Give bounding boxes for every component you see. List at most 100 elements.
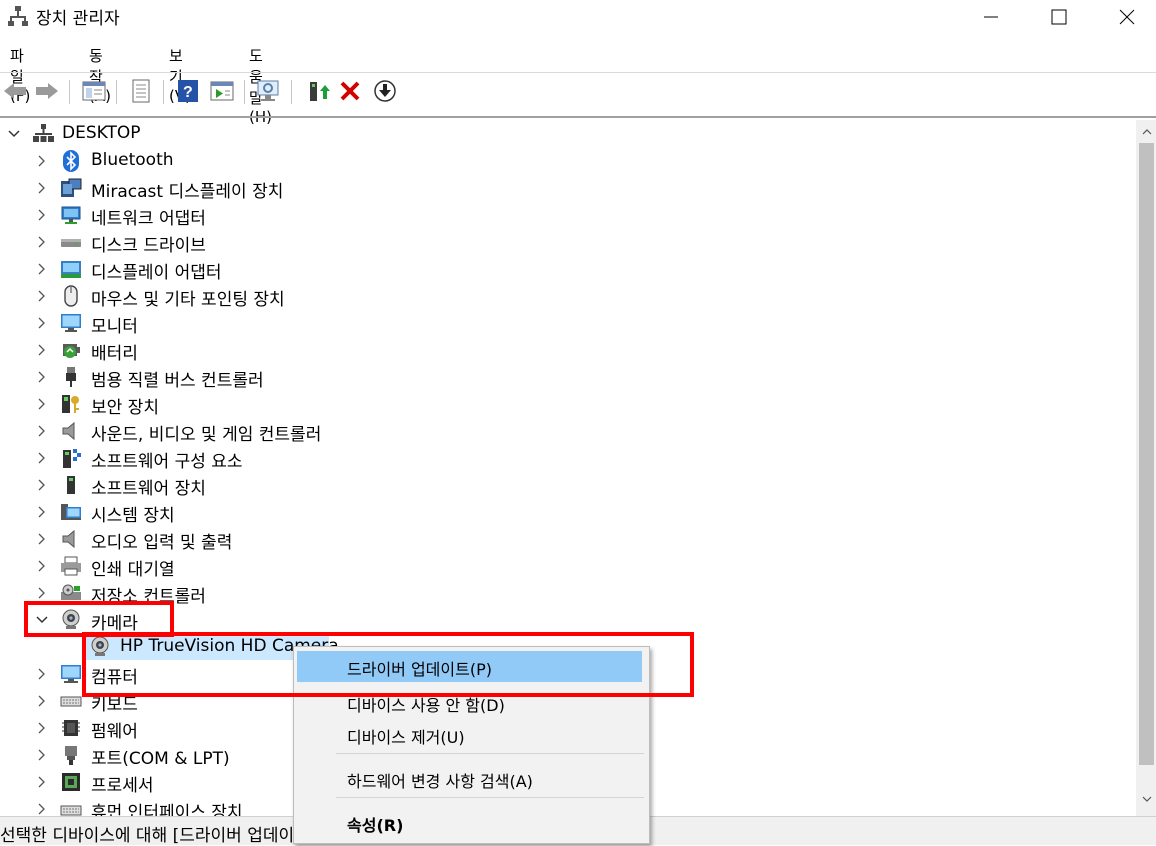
expand-chevron-icon[interactable] [35, 531, 49, 547]
tree-item-label: 네트워크 어댑터 [91, 209, 206, 229]
tree-item-label: 인쇄 대기열 [91, 560, 175, 580]
expand-chevron-icon[interactable] [35, 342, 49, 358]
expand-chevron-icon[interactable] [35, 558, 49, 574]
storage-controller-icon [60, 582, 82, 604]
window-title: 장치 관리자 [36, 9, 120, 29]
expand-chevron-icon[interactable] [35, 369, 49, 385]
scroll-up-icon[interactable] [1139, 125, 1154, 139]
computer-icon [60, 663, 82, 685]
close-button[interactable] [1098, 0, 1156, 34]
properties-icon[interactable] [127, 77, 155, 105]
tree-item[interactable]: 시스템 장치 [0, 499, 1136, 526]
ctx-scan-hardware-label: 하드웨어 변경 사항 검색(A) [347, 772, 533, 791]
expand-chevron-icon[interactable] [35, 288, 49, 304]
help-icon[interactable]: ? [174, 77, 202, 105]
ctx-uninstall-device[interactable]: 디바이스 제거(U) [294, 718, 649, 750]
tree-root-desktop[interactable]: DESKTOP [0, 121, 1136, 148]
expand-chevron-icon[interactable] [35, 207, 49, 223]
ctx-disable-device[interactable]: 디바이스 사용 안 함(D) [294, 686, 649, 718]
expand-chevron-icon[interactable] [35, 693, 49, 709]
back-arrow-icon[interactable] [1, 77, 29, 105]
tree-item-label: 프로세서 [91, 776, 154, 796]
firmware-icon [60, 717, 82, 739]
system-device-icon [60, 501, 82, 523]
expand-chevron-icon[interactable] [35, 504, 49, 520]
ctx-properties[interactable]: 속성(R) [294, 806, 649, 838]
tree-item-label: 범용 직렬 버스 컨트롤러 [91, 371, 264, 391]
tree-item-label: 사운드, 비디오 및 게임 컨트롤러 [91, 425, 322, 445]
tree-item[interactable]: 사운드, 비디오 및 게임 컨트롤러 [0, 418, 1136, 445]
expand-chevron-icon[interactable] [35, 180, 49, 196]
tree-item[interactable]: 카메라 [0, 607, 1136, 634]
port-icon [60, 744, 82, 766]
tree-item[interactable]: 소프트웨어 장치 [0, 472, 1136, 499]
tree-item-label: DESKTOP [62, 123, 141, 143]
expand-chevron-icon[interactable] [35, 261, 49, 277]
expand-chevron-icon[interactable] [35, 747, 49, 763]
toolbar-separator [291, 80, 292, 104]
run-icon[interactable] [208, 77, 236, 105]
tree-item[interactable]: Bluetooth [0, 148, 1136, 175]
expand-chevron-icon[interactable] [35, 153, 49, 169]
expand-chevron-icon[interactable] [35, 423, 49, 439]
expand-chevron-icon[interactable] [35, 396, 49, 412]
tree-item[interactable]: 오디오 입력 및 출력 [0, 526, 1136, 553]
expand-chevron-icon[interactable] [35, 477, 49, 493]
tree-item-label: 카메라 [91, 614, 138, 634]
ctx-uninstall-device-label: 디바이스 제거(U) [347, 728, 465, 747]
expand-chevron-icon[interactable] [35, 720, 49, 736]
toolbar-separator [116, 80, 117, 104]
camera-icon [89, 636, 111, 658]
bluetooth-icon [60, 150, 82, 172]
tree-item-label: 펌웨어 [91, 722, 138, 742]
tree-item-label: 보안 장치 [91, 398, 159, 418]
title-bar: 장치 관리자 [0, 0, 1156, 34]
tree-item[interactable]: Miracast 디스플레이 장치 [0, 175, 1136, 202]
ctx-scan-hardware[interactable]: 하드웨어 변경 사항 검색(A) [294, 762, 649, 794]
toolbar-divider [0, 72, 1156, 73]
tree-item[interactable]: 배터리 [0, 337, 1136, 364]
tree-item[interactable]: 저장소 컨트롤러 [0, 580, 1136, 607]
maximize-button[interactable] [1030, 0, 1088, 34]
scan-monitor-icon[interactable] [255, 77, 283, 105]
tree-item-label: 저장소 컨트롤러 [91, 587, 206, 607]
update-driver-icon[interactable] [304, 77, 332, 105]
show-hide-tree-icon[interactable] [80, 77, 108, 105]
expand-chevron-icon[interactable] [35, 666, 49, 682]
uninstall-x-icon[interactable] [336, 77, 364, 105]
expand-chevron-icon[interactable] [35, 801, 49, 816]
toolbar-separator [244, 80, 245, 104]
collapse-chevron-icon[interactable] [7, 126, 21, 142]
scrollbar-thumb[interactable] [1139, 143, 1154, 765]
disable-down-icon[interactable] [371, 77, 399, 105]
expand-chevron-icon[interactable] [35, 234, 49, 250]
printer-icon [60, 555, 82, 577]
tree-item[interactable]: 범용 직렬 버스 컨트롤러 [0, 364, 1136, 391]
tree-item[interactable]: 소프트웨어 구성 요소 [0, 445, 1136, 472]
tree-item[interactable]: 마우스 및 기타 포인팅 장치 [0, 283, 1136, 310]
ctx-update-driver[interactable]: 드라이버 업데이트(P) [294, 650, 649, 682]
speaker-icon [60, 420, 82, 442]
minimize-button[interactable] [962, 0, 1020, 34]
tree-item-label: 소프트웨어 장치 [91, 479, 206, 499]
camera-icon [60, 609, 82, 631]
expand-chevron-icon[interactable] [35, 774, 49, 790]
scroll-down-icon[interactable] [1139, 792, 1154, 806]
tree-item[interactable]: 디스크 드라이브 [0, 229, 1136, 256]
tree-item[interactable]: 인쇄 대기열 [0, 553, 1136, 580]
forward-arrow-icon[interactable] [33, 77, 61, 105]
tree-item[interactable]: 모니터 [0, 310, 1136, 337]
tree-item[interactable]: 디스플레이 어댑터 [0, 256, 1136, 283]
expand-chevron-icon[interactable] [35, 585, 49, 601]
usb-icon [60, 366, 82, 388]
ctx-properties-label: 속성(R) [347, 816, 404, 835]
desktop-icon [32, 123, 54, 145]
context-menu: 드라이버 업데이트(P) 디바이스 사용 안 함(D) 디바이스 제거(U) 하… [293, 646, 650, 844]
tree-item[interactable]: 보안 장치 [0, 391, 1136, 418]
expand-chevron-icon[interactable] [35, 450, 49, 466]
expand-chevron-icon[interactable] [35, 315, 49, 331]
monitor-icon [60, 312, 82, 334]
tree-item[interactable]: 네트워크 어댑터 [0, 202, 1136, 229]
ctx-separator [336, 797, 644, 798]
collapse-chevron-icon[interactable] [35, 612, 49, 628]
